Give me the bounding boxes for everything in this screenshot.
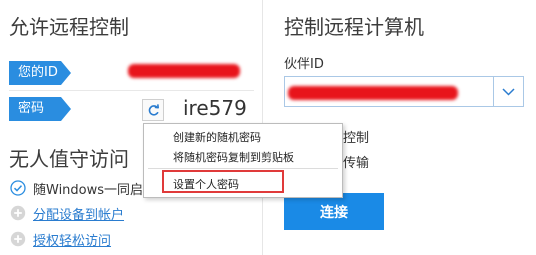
set-personal-password-item[interactable]: 设置个人密码 xyxy=(173,176,239,192)
copy-random-password-item[interactable]: 将随机密码复制到剪贴板 xyxy=(173,149,294,165)
allow-remote-control-title: 允许远程控制 xyxy=(9,15,129,39)
control-remote-computer-title: 控制远程计算机 xyxy=(284,15,424,39)
id-row-divider xyxy=(9,90,254,91)
teamviewer-main-window: 允许远程控制 您的ID 密码 ire579 无人值守访问 随Windows一同启 xyxy=(0,0,536,255)
grant-easy-access-link[interactable]: 授权轻松访问 xyxy=(33,230,111,249)
assign-to-account-item[interactable]: 分配设备到帐户 xyxy=(10,203,124,223)
connect-button[interactable]: 连接 xyxy=(284,193,384,230)
partner-id-redaction xyxy=(288,86,458,100)
your-id-tag: 您的ID xyxy=(9,61,71,85)
password-context-menu: 创建新的随机密码 将随机密码复制到剪贴板 设置个人密码 xyxy=(143,123,343,198)
assign-to-account-link[interactable]: 分配设备到帐户 xyxy=(33,204,124,223)
password-value: ire579 xyxy=(183,96,247,120)
refresh-icon xyxy=(148,103,159,116)
create-random-password-item[interactable]: 创建新的随机密码 xyxy=(173,129,261,145)
chevron-down-icon xyxy=(502,87,515,96)
remote-control-option[interactable]: 控制 xyxy=(343,127,369,146)
partner-id-dropdown-button[interactable] xyxy=(493,77,523,106)
password-tag: 密码 xyxy=(9,97,71,121)
check-circle-icon xyxy=(10,180,26,196)
password-options-button[interactable] xyxy=(142,99,164,121)
menu-separator xyxy=(148,168,338,169)
plus-circle-icon xyxy=(10,231,26,247)
plus-circle-icon xyxy=(10,205,26,221)
unattended-access-title: 无人值守访问 xyxy=(9,147,129,171)
partner-id-label: 伙伴ID xyxy=(284,57,324,72)
start-with-windows-item[interactable]: 随Windows一同启 xyxy=(10,178,143,198)
file-transfer-option[interactable]: 传输 xyxy=(343,152,369,171)
your-id-redaction xyxy=(128,64,240,78)
start-with-windows-label: 随Windows一同启 xyxy=(33,182,144,198)
grant-easy-access-item[interactable]: 授权轻松访问 xyxy=(10,229,111,249)
